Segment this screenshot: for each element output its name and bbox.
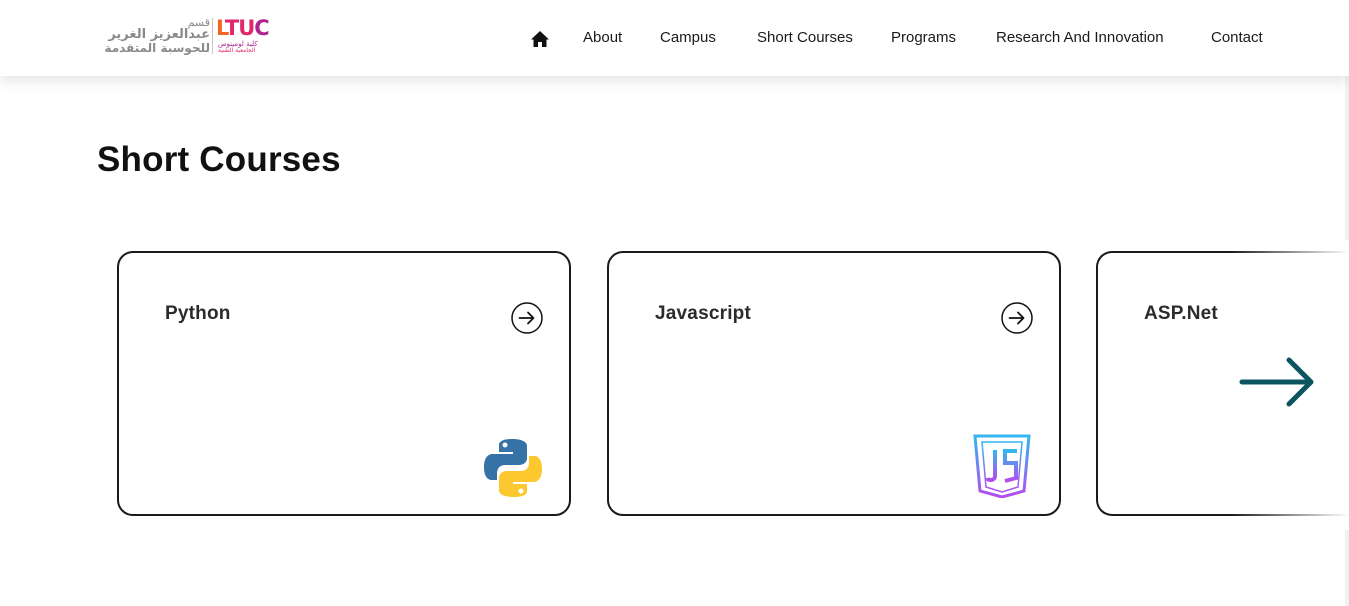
nav-item-campus[interactable]: Campus bbox=[660, 29, 716, 46]
arrow-right-icon[interactable] bbox=[1239, 355, 1317, 409]
logo-arabic-text: قسم عبدالعزيز الغرير للحوسبة المتقدمة bbox=[78, 16, 210, 56]
nav-item-short-courses[interactable]: Short Courses bbox=[757, 29, 853, 46]
course-card-javascript[interactable]: Javascript bbox=[607, 251, 1061, 516]
nav-item-research-and-innovation[interactable]: Research And Innovation bbox=[996, 29, 1164, 46]
page-title: Short Courses bbox=[97, 140, 341, 179]
nav-item-contact[interactable]: Contact bbox=[1211, 29, 1263, 46]
arrow-right-circle-icon[interactable] bbox=[511, 302, 543, 334]
logo-brand-subtitle-2: الجامعية التقنية bbox=[218, 47, 256, 54]
course-card-title: ASP.Net bbox=[1144, 303, 1218, 324]
ltuc-logo[interactable]: قسم عبدالعزيز الغرير للحوسبة المتقدمة LT… bbox=[78, 16, 278, 56]
python-logo-icon bbox=[484, 439, 542, 497]
arrow-right-circle-icon[interactable] bbox=[1001, 302, 1033, 334]
course-card-title: Python bbox=[165, 303, 231, 324]
nav-item-about[interactable]: About bbox=[583, 29, 622, 46]
javascript-logo-icon bbox=[973, 434, 1031, 498]
logo-arabic-line-3: للحوسبة المتقدمة bbox=[104, 41, 210, 55]
logo-arabic-line-2: عبدالعزيز الغرير bbox=[108, 27, 210, 42]
site-header: قسم عبدالعزيز الغرير للحوسبة المتقدمة LT… bbox=[0, 0, 1349, 76]
logo-divider bbox=[212, 18, 213, 54]
home-icon[interactable] bbox=[530, 30, 550, 48]
course-card-python[interactable]: Python bbox=[117, 251, 571, 516]
logo-brand-mark: LTUC bbox=[216, 16, 270, 40]
nav-item-programs[interactable]: Programs bbox=[891, 29, 956, 46]
course-card-title: Javascript bbox=[655, 303, 752, 324]
